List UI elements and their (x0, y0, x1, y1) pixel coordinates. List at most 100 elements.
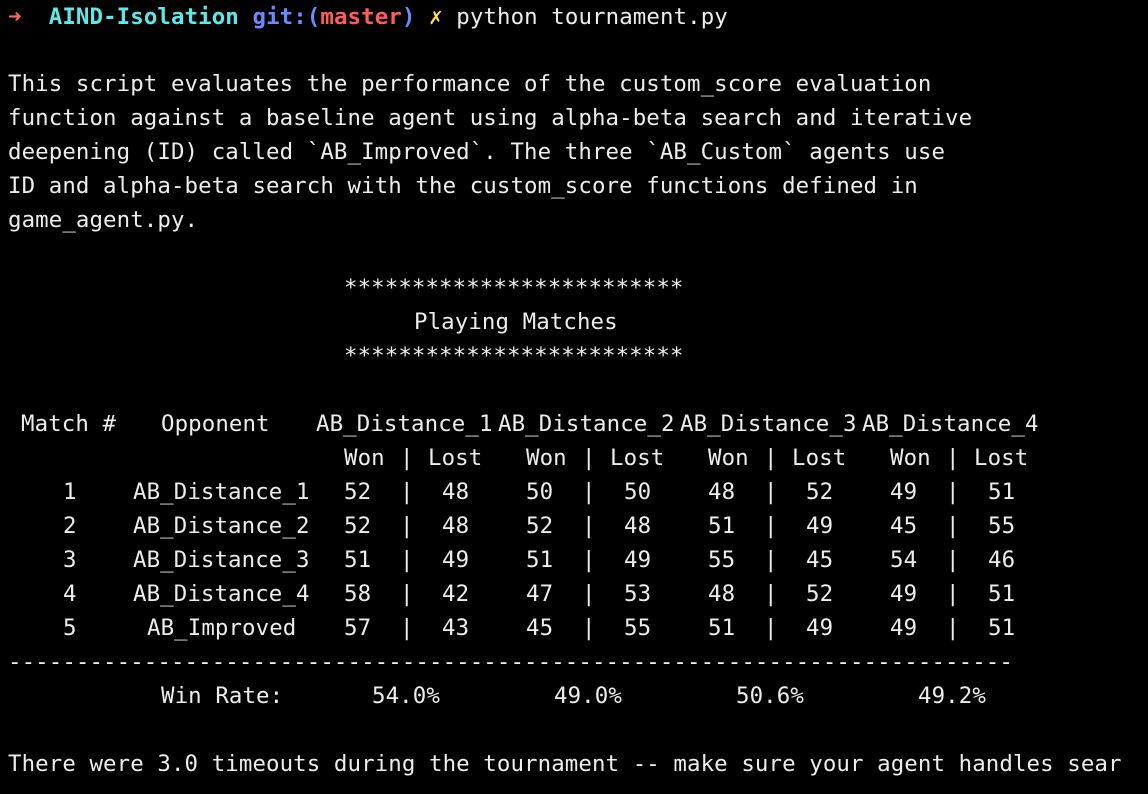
row-sep: | (764, 513, 778, 539)
row-lost: 55 (624, 615, 652, 641)
row-won: 52 (344, 513, 372, 539)
row-sep: | (582, 547, 596, 573)
header-agent-4: AB_Distance_4 (862, 411, 1039, 437)
row-lost: 51 (988, 615, 1016, 641)
row-sep: | (946, 581, 960, 607)
row-won: 49 (890, 479, 918, 505)
intro-line: game_agent.py. (8, 207, 199, 233)
row-match-number: 4 (63, 581, 77, 607)
win-rate-value: 49.2% (918, 683, 986, 709)
row-lost: 45 (806, 547, 834, 573)
row-sep: | (946, 479, 960, 505)
intro-line: ID and alpha-beta search with the custom… (8, 173, 918, 199)
row-lost: 55 (988, 513, 1016, 539)
header-match: Match # (21, 411, 117, 437)
row-sep: | (946, 547, 960, 573)
row-lost: 53 (624, 581, 652, 607)
sub-won: Won (890, 445, 931, 471)
row-won: 57 (344, 615, 372, 641)
row-won: 45 (526, 615, 554, 641)
row-lost: 49 (442, 547, 470, 573)
row-match-number: 5 (63, 615, 77, 641)
header-agent-1: AB_Distance_1 (316, 411, 493, 437)
row-won: 51 (708, 513, 736, 539)
row-lost: 50 (624, 479, 652, 505)
row-sep: | (764, 581, 778, 607)
row-sep: | (764, 479, 778, 505)
table-row: 5 AB_Improved 57 | 43 45 | 55 51 | 49 49… (8, 611, 1148, 645)
row-won: 45 (890, 513, 918, 539)
sub-sep: | (400, 445, 414, 471)
table-header-row: Match # Opponent AB_Distance_1 AB_Distan… (8, 407, 1148, 441)
row-lost: 43 (442, 615, 470, 641)
terminal-window[interactable]: ➜ AIND-Isolation git:(master) ✗ python t… (8, 0, 1148, 794)
shell-prompt-line: ➜ AIND-Isolation git:(master) ✗ python t… (8, 0, 728, 34)
sub-sep: | (582, 445, 596, 471)
prompt-dirty-icon: ✗ (429, 4, 443, 30)
sub-won: Won (344, 445, 385, 471)
row-sep: | (582, 615, 596, 641)
row-sep: | (946, 513, 960, 539)
table-row: 2 AB_Distance_2 52 | 48 52 | 48 51 | 49 … (8, 509, 1148, 543)
sub-sep: | (764, 445, 778, 471)
prompt-git-suffix: ) (401, 4, 416, 30)
win-rate-value: 49.0% (554, 683, 622, 709)
sub-sep: | (946, 445, 960, 471)
row-sep: | (764, 615, 778, 641)
row-sep: | (400, 547, 414, 573)
row-lost: 49 (624, 547, 652, 573)
prompt-directory: AIND-Isolation (48, 4, 239, 30)
header-opponent: Opponent (161, 411, 270, 437)
row-lost: 46 (988, 547, 1016, 573)
row-lost: 42 (442, 581, 470, 607)
row-sep: | (582, 479, 596, 505)
header-agent-2: AB_Distance_2 (498, 411, 675, 437)
row-opponent: AB_Distance_3 (133, 547, 310, 573)
row-sep: | (400, 479, 414, 505)
table-row: 3 AB_Distance_3 51 | 49 51 | 49 55 | 45 … (8, 543, 1148, 577)
row-opponent: AB_Improved (147, 615, 297, 641)
banner-stars-top: ************************* (344, 275, 684, 301)
row-match-number: 3 (63, 547, 77, 573)
row-won: 58 (344, 581, 372, 607)
row-lost: 48 (442, 513, 470, 539)
sub-lost: Lost (792, 445, 847, 471)
win-rate-label: Win Rate: (161, 683, 284, 709)
row-won: 52 (344, 479, 372, 505)
row-won: 49 (890, 615, 918, 641)
table-subheader-row: Won | Lost Won | Lost Won | Lost Won | L… (8, 441, 1148, 475)
prompt-git-prefix: git:( (252, 4, 321, 30)
row-lost: 49 (806, 615, 834, 641)
timeout-message: There were 3.0 timeouts during the tourn… (8, 751, 1122, 777)
row-won: 51 (708, 615, 736, 641)
sub-lost: Lost (974, 445, 1029, 471)
row-won: 47 (526, 581, 554, 607)
win-rate-value: 54.0% (372, 683, 440, 709)
intro-line: deepening (ID) called `AB_Improved`. The… (8, 139, 946, 165)
sub-won: Won (708, 445, 749, 471)
row-sep: | (400, 581, 414, 607)
row-sep: | (400, 615, 414, 641)
sub-lost: Lost (610, 445, 665, 471)
row-won: 51 (526, 547, 554, 573)
sub-won: Won (526, 445, 567, 471)
header-agent-3: AB_Distance_3 (680, 411, 857, 437)
row-opponent: AB_Distance_1 (133, 479, 310, 505)
row-lost: 52 (806, 479, 834, 505)
intro-line: function against a baseline agent using … (8, 105, 973, 131)
table-row: 1 AB_Distance_1 52 | 48 50 | 50 48 | 52 … (8, 475, 1148, 509)
row-won: 49 (890, 581, 918, 607)
row-sep: | (764, 547, 778, 573)
row-lost: 48 (624, 513, 652, 539)
row-lost: 51 (988, 479, 1016, 505)
row-lost: 52 (806, 581, 834, 607)
banner-title: Playing Matches (414, 309, 618, 335)
row-won: 55 (708, 547, 736, 573)
sub-lost: Lost (428, 445, 483, 471)
table-row: 4 AB_Distance_4 58 | 42 47 | 53 48 | 52 … (8, 577, 1148, 611)
row-lost: 49 (806, 513, 834, 539)
row-sep: | (400, 513, 414, 539)
row-opponent: AB_Distance_4 (133, 581, 310, 607)
row-sep: | (582, 513, 596, 539)
row-sep: | (582, 581, 596, 607)
